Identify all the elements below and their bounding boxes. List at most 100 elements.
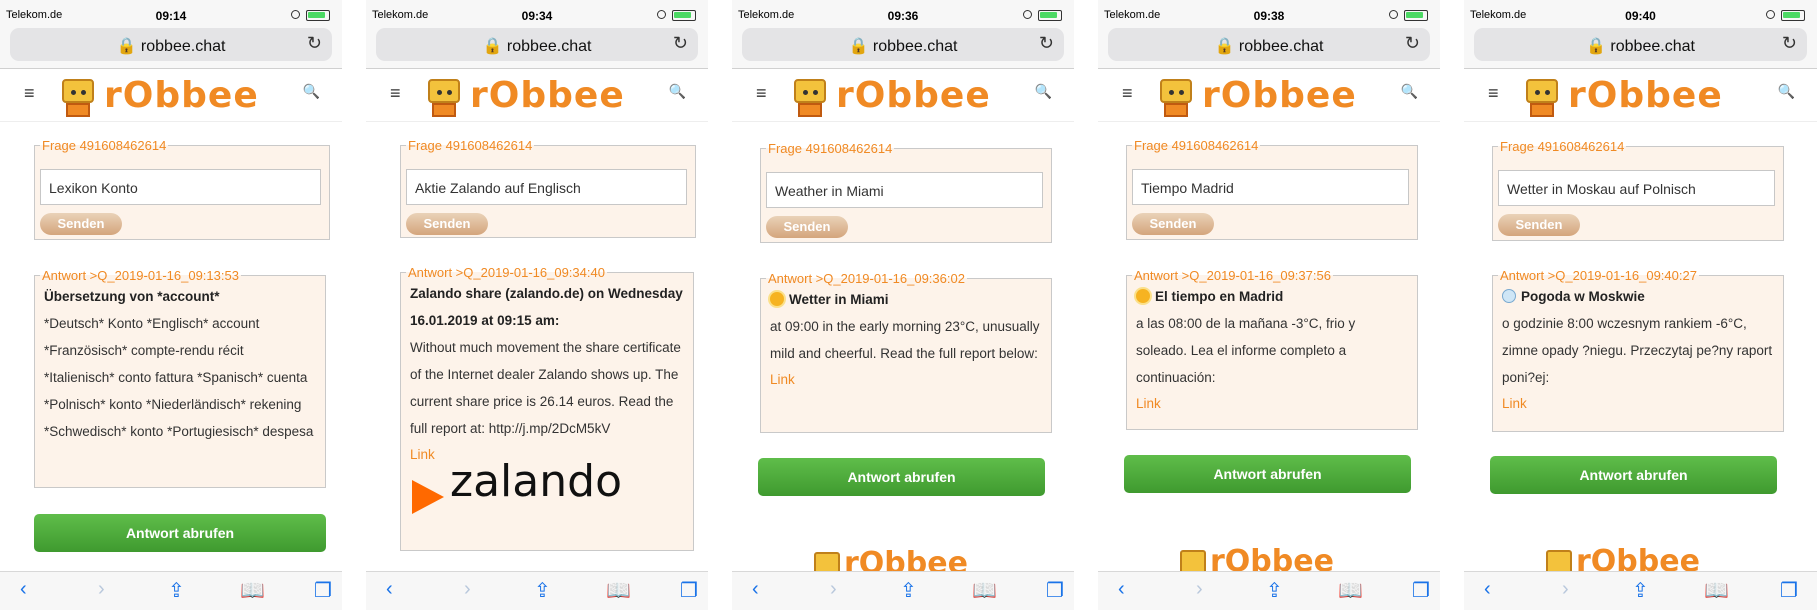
question-panel: Frage 491608462614 Wetter in Moskau auf … xyxy=(1492,139,1784,241)
tabs-icon[interactable]: ❐ xyxy=(680,578,698,603)
fetch-answer-button[interactable]: Antwort abrufen xyxy=(1124,455,1411,493)
share-icon[interactable]: ⇪ xyxy=(1632,578,1649,603)
question-panel: Frage 491608462614 Weather in Miami Send… xyxy=(760,141,1052,243)
address-host: robbee.chat xyxy=(872,38,958,55)
back-icon[interactable]: ‹ xyxy=(1484,578,1491,601)
hamburger-menu-icon[interactable]: ≡ xyxy=(756,83,767,104)
robot-logo-icon[interactable] xyxy=(1520,75,1564,117)
back-icon[interactable]: ‹ xyxy=(20,578,27,601)
address-bar[interactable]: 🔒 robbee.chat ↻ xyxy=(1108,28,1430,61)
send-button[interactable]: Senden xyxy=(40,213,122,235)
fetch-answer-button[interactable]: Antwort abrufen xyxy=(758,458,1045,496)
reload-icon[interactable]: ↻ xyxy=(673,33,688,54)
battery-icon xyxy=(672,10,700,21)
share-icon[interactable]: ⇪ xyxy=(900,578,917,603)
phone-screen-1: Telekom.de 09:14 🔒 robbee.chat ↻ ≡ rObbe… xyxy=(0,0,342,610)
report-link[interactable]: Link xyxy=(1136,391,1408,417)
answer-panel: Antwort >Q_2019-01-16_09:13:53 Übersetzu… xyxy=(34,268,326,488)
search-icon[interactable]: 🔍 xyxy=(669,83,686,100)
send-button[interactable]: Senden xyxy=(1132,213,1214,235)
bookmarks-icon[interactable]: 📖 xyxy=(606,578,631,603)
search-icon[interactable]: 🔍 xyxy=(303,83,320,100)
share-icon[interactable]: ⇪ xyxy=(1266,578,1283,603)
robot-logo-icon[interactable] xyxy=(422,75,466,117)
reload-icon[interactable]: ↻ xyxy=(307,33,322,54)
question-input[interactable]: Aktie Zalando auf Englisch xyxy=(406,169,687,205)
hamburger-menu-icon[interactable]: ≡ xyxy=(390,83,401,104)
forward-icon[interactable]: › xyxy=(464,578,471,601)
reload-icon[interactable]: ↻ xyxy=(1405,33,1420,54)
search-icon[interactable]: 🔍 xyxy=(1401,83,1418,100)
forward-icon[interactable]: › xyxy=(1196,578,1203,601)
address-bar[interactable]: 🔒 robbee.chat ↻ xyxy=(10,28,332,61)
brand-logo[interactable]: rObbee xyxy=(104,75,259,116)
bookmarks-icon[interactable]: 📖 xyxy=(1704,578,1729,603)
question-input[interactable]: Wetter in Moskau auf Polnisch xyxy=(1498,170,1775,206)
report-link[interactable]: Link xyxy=(770,367,1042,393)
answer-title: El tiempo en Madrid xyxy=(1155,289,1284,304)
address-host: robbee.chat xyxy=(506,38,592,55)
lock-icon: 🔒 xyxy=(848,38,873,55)
site-header: ≡ rObbee 🔍 xyxy=(1464,69,1817,122)
share-icon[interactable]: ⇪ xyxy=(168,578,185,603)
back-icon[interactable]: ‹ xyxy=(1118,578,1125,601)
back-icon[interactable]: ‹ xyxy=(386,578,393,601)
snowflake-icon xyxy=(1502,289,1516,303)
answer-legend: Antwort >Q_2019-01-16_09:40:27 xyxy=(1500,268,1697,283)
answer-title: Zalando share (zalando.de) on Wednesday … xyxy=(410,286,683,328)
browser-chrome: Telekom.de 09:14 🔒 robbee.chat ↻ xyxy=(0,0,342,69)
reload-icon[interactable]: ↻ xyxy=(1782,33,1797,54)
tabs-icon[interactable]: ❐ xyxy=(1046,578,1064,603)
status-bar: Telekom.de 09:40 xyxy=(1464,0,1817,30)
browser-toolbar: ‹ › ⇪ 📖 ❐ xyxy=(732,571,1074,610)
answer-title: Übersetzung von *account* xyxy=(44,289,220,304)
send-button[interactable]: Senden xyxy=(1498,214,1580,236)
brand-logo[interactable]: rObbee xyxy=(836,75,991,116)
hamburger-menu-icon[interactable]: ≡ xyxy=(1122,83,1133,104)
question-input[interactable]: Weather in Miami xyxy=(766,172,1043,208)
forward-icon[interactable]: › xyxy=(1562,578,1569,601)
question-input[interactable]: Lexikon Konto xyxy=(40,169,321,205)
orientation-lock-icon xyxy=(657,10,666,19)
search-icon[interactable]: 🔍 xyxy=(1778,83,1795,100)
orientation-lock-icon xyxy=(1389,10,1398,19)
answer-legend: Antwort >Q_2019-01-16_09:13:53 xyxy=(42,268,239,283)
send-button[interactable]: Senden xyxy=(406,213,488,235)
tabs-icon[interactable]: ❐ xyxy=(1412,578,1430,603)
tabs-icon[interactable]: ❐ xyxy=(314,578,332,603)
question-input[interactable]: Tiempo Madrid xyxy=(1132,169,1409,205)
browser-toolbar: ‹ › ⇪ 📖 ❐ xyxy=(1464,571,1817,610)
tabs-icon[interactable]: ❐ xyxy=(1780,578,1798,603)
zalando-logo-icon xyxy=(412,480,444,514)
answer-text: o godzinie 8:00 wczesnym rankiem -6°C, z… xyxy=(1502,316,1773,385)
hamburger-menu-icon[interactable]: ≡ xyxy=(24,83,35,104)
back-icon[interactable]: ‹ xyxy=(752,578,759,601)
answer-panel: Antwort >Q_2019-01-16_09:34:40 Zalando s… xyxy=(400,265,694,551)
fetch-answer-button[interactable]: Antwort abrufen xyxy=(1490,456,1777,494)
answer-legend: Antwort >Q_2019-01-16_09:34:40 xyxy=(408,265,605,280)
send-button[interactable]: Senden xyxy=(766,216,848,238)
site-header: ≡ rObbee 🔍 xyxy=(366,69,708,122)
brand-logo[interactable]: rObbee xyxy=(1568,75,1723,116)
brand-logo[interactable]: rObbee xyxy=(1202,75,1357,116)
bookmarks-icon[interactable]: 📖 xyxy=(1338,578,1363,603)
robot-logo-icon[interactable] xyxy=(1154,75,1198,117)
bookmarks-icon[interactable]: 📖 xyxy=(972,578,997,603)
fetch-answer-button[interactable]: Antwort abrufen xyxy=(34,514,326,552)
robot-logo-icon[interactable] xyxy=(56,75,100,117)
bookmarks-icon[interactable]: 📖 xyxy=(240,578,265,603)
forward-icon[interactable]: › xyxy=(830,578,837,601)
brand-logo[interactable]: rObbee xyxy=(470,75,625,116)
search-icon[interactable]: 🔍 xyxy=(1035,83,1052,100)
forward-icon[interactable]: › xyxy=(98,578,105,601)
report-link[interactable]: Link xyxy=(1502,391,1774,417)
address-bar[interactable]: 🔒 robbee.chat ↻ xyxy=(1474,28,1807,61)
answer-panel: Antwort >Q_2019-01-16_09:40:27 Pogoda w … xyxy=(1492,268,1784,432)
reload-icon[interactable]: ↻ xyxy=(1039,33,1054,54)
address-bar[interactable]: 🔒 robbee.chat ↻ xyxy=(742,28,1064,61)
share-icon[interactable]: ⇪ xyxy=(534,578,551,603)
robot-logo-icon[interactable] xyxy=(788,75,832,117)
zalando-logo: zalando xyxy=(410,460,684,518)
address-bar[interactable]: 🔒 robbee.chat ↻ xyxy=(376,28,698,61)
hamburger-menu-icon[interactable]: ≡ xyxy=(1488,83,1499,104)
